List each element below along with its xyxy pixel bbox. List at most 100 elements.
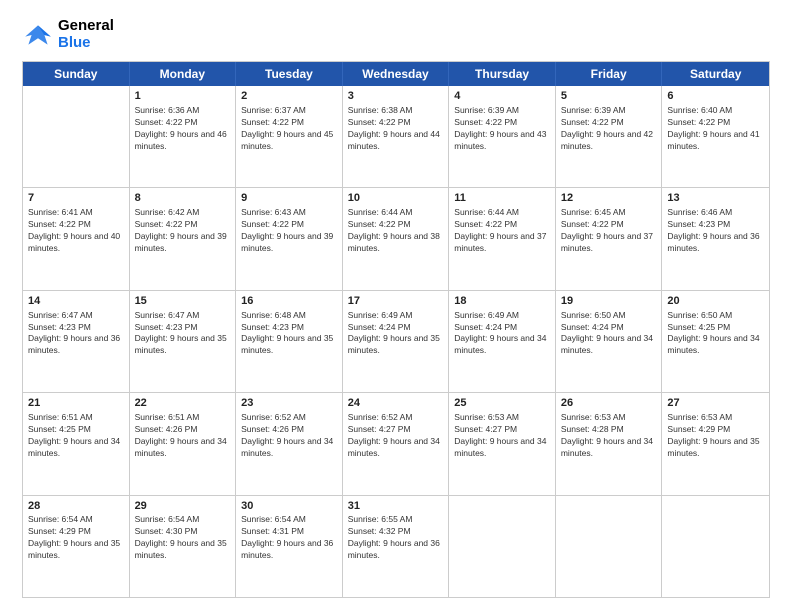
day-cell-11: 11Sunrise: 6:44 AMSunset: 4:22 PMDayligh…: [449, 188, 556, 289]
calendar-page: General Blue SundayMondayTuesdayWednesda…: [0, 0, 792, 612]
sun-info: Sunrise: 6:48 AMSunset: 4:23 PMDaylight:…: [241, 310, 337, 358]
day-number: 25: [454, 396, 550, 411]
day-number: 12: [561, 191, 657, 206]
day-cell-12: 12Sunrise: 6:45 AMSunset: 4:22 PMDayligh…: [556, 188, 663, 289]
logo: General Blue: [22, 18, 114, 51]
day-number: 4: [454, 89, 550, 104]
day-cell-23: 23Sunrise: 6:52 AMSunset: 4:26 PMDayligh…: [236, 393, 343, 494]
day-number: 7: [28, 191, 124, 206]
page-header: General Blue: [22, 18, 770, 51]
calendar-row-4: 21Sunrise: 6:51 AMSunset: 4:25 PMDayligh…: [23, 392, 769, 494]
day-cell-22: 22Sunrise: 6:51 AMSunset: 4:26 PMDayligh…: [130, 393, 237, 494]
day-number: 23: [241, 396, 337, 411]
day-number: 30: [241, 499, 337, 514]
sun-info: Sunrise: 6:53 AMSunset: 4:29 PMDaylight:…: [667, 412, 764, 460]
weekday-header-saturday: Saturday: [662, 62, 769, 86]
day-cell-27: 27Sunrise: 6:53 AMSunset: 4:29 PMDayligh…: [662, 393, 769, 494]
day-cell-26: 26Sunrise: 6:53 AMSunset: 4:28 PMDayligh…: [556, 393, 663, 494]
calendar-header: SundayMondayTuesdayWednesdayThursdayFrid…: [23, 62, 769, 86]
day-number: 10: [348, 191, 444, 206]
day-number: 2: [241, 89, 337, 104]
day-cell-14: 14Sunrise: 6:47 AMSunset: 4:23 PMDayligh…: [23, 291, 130, 392]
day-cell-31: 31Sunrise: 6:55 AMSunset: 4:32 PMDayligh…: [343, 496, 450, 597]
day-number: 11: [454, 191, 550, 206]
sun-info: Sunrise: 6:50 AMSunset: 4:24 PMDaylight:…: [561, 310, 657, 358]
sun-info: Sunrise: 6:37 AMSunset: 4:22 PMDaylight:…: [241, 105, 337, 153]
calendar: SundayMondayTuesdayWednesdayThursdayFrid…: [22, 61, 770, 598]
sun-info: Sunrise: 6:51 AMSunset: 4:25 PMDaylight:…: [28, 412, 124, 460]
sun-info: Sunrise: 6:41 AMSunset: 4:22 PMDaylight:…: [28, 207, 124, 255]
day-cell-18: 18Sunrise: 6:49 AMSunset: 4:24 PMDayligh…: [449, 291, 556, 392]
sun-info: Sunrise: 6:54 AMSunset: 4:29 PMDaylight:…: [28, 514, 124, 562]
day-number: 18: [454, 294, 550, 309]
sun-info: Sunrise: 6:49 AMSunset: 4:24 PMDaylight:…: [348, 310, 444, 358]
sun-info: Sunrise: 6:50 AMSunset: 4:25 PMDaylight:…: [667, 310, 764, 358]
day-number: 14: [28, 294, 124, 309]
empty-cell-r4c4: [449, 496, 556, 597]
empty-cell-r0c0: [23, 86, 130, 187]
day-number: 21: [28, 396, 124, 411]
sun-info: Sunrise: 6:53 AMSunset: 4:27 PMDaylight:…: [454, 412, 550, 460]
empty-cell-r4c6: [662, 496, 769, 597]
day-cell-2: 2Sunrise: 6:37 AMSunset: 4:22 PMDaylight…: [236, 86, 343, 187]
day-cell-6: 6Sunrise: 6:40 AMSunset: 4:22 PMDaylight…: [662, 86, 769, 187]
day-number: 29: [135, 499, 231, 514]
logo-icon: [22, 19, 54, 51]
sun-info: Sunrise: 6:43 AMSunset: 4:22 PMDaylight:…: [241, 207, 337, 255]
day-number: 13: [667, 191, 764, 206]
day-number: 26: [561, 396, 657, 411]
calendar-body: 1Sunrise: 6:36 AMSunset: 4:22 PMDaylight…: [23, 86, 769, 597]
weekday-header-monday: Monday: [130, 62, 237, 86]
sun-info: Sunrise: 6:54 AMSunset: 4:30 PMDaylight:…: [135, 514, 231, 562]
day-cell-9: 9Sunrise: 6:43 AMSunset: 4:22 PMDaylight…: [236, 188, 343, 289]
sun-info: Sunrise: 6:46 AMSunset: 4:23 PMDaylight:…: [667, 207, 764, 255]
sun-info: Sunrise: 6:36 AMSunset: 4:22 PMDaylight:…: [135, 105, 231, 153]
sun-info: Sunrise: 6:38 AMSunset: 4:22 PMDaylight:…: [348, 105, 444, 153]
day-number: 17: [348, 294, 444, 309]
sun-info: Sunrise: 6:52 AMSunset: 4:26 PMDaylight:…: [241, 412, 337, 460]
day-number: 22: [135, 396, 231, 411]
sun-info: Sunrise: 6:45 AMSunset: 4:22 PMDaylight:…: [561, 207, 657, 255]
weekday-header-friday: Friday: [556, 62, 663, 86]
logo-text: General Blue: [58, 18, 114, 51]
day-cell-15: 15Sunrise: 6:47 AMSunset: 4:23 PMDayligh…: [130, 291, 237, 392]
calendar-row-1: 1Sunrise: 6:36 AMSunset: 4:22 PMDaylight…: [23, 86, 769, 187]
sun-info: Sunrise: 6:47 AMSunset: 4:23 PMDaylight:…: [135, 310, 231, 358]
day-number: 31: [348, 499, 444, 514]
day-cell-24: 24Sunrise: 6:52 AMSunset: 4:27 PMDayligh…: [343, 393, 450, 494]
sun-info: Sunrise: 6:51 AMSunset: 4:26 PMDaylight:…: [135, 412, 231, 460]
sun-info: Sunrise: 6:52 AMSunset: 4:27 PMDaylight:…: [348, 412, 444, 460]
day-cell-29: 29Sunrise: 6:54 AMSunset: 4:30 PMDayligh…: [130, 496, 237, 597]
day-number: 6: [667, 89, 764, 104]
day-number: 15: [135, 294, 231, 309]
day-cell-21: 21Sunrise: 6:51 AMSunset: 4:25 PMDayligh…: [23, 393, 130, 494]
day-number: 9: [241, 191, 337, 206]
weekday-header-thursday: Thursday: [449, 62, 556, 86]
day-cell-13: 13Sunrise: 6:46 AMSunset: 4:23 PMDayligh…: [662, 188, 769, 289]
day-cell-25: 25Sunrise: 6:53 AMSunset: 4:27 PMDayligh…: [449, 393, 556, 494]
day-number: 8: [135, 191, 231, 206]
calendar-row-2: 7Sunrise: 6:41 AMSunset: 4:22 PMDaylight…: [23, 187, 769, 289]
calendar-row-3: 14 Sunrise: 6:47 AMSunset: 4:23 PMDayligh…: [23, 290, 769, 392]
day-cell-7: 7Sunrise: 6:41 AMSunset: 4:22 PMDaylight…: [23, 188, 130, 289]
sun-info: Sunrise: 6:54 AMSunset: 4:31 PMDaylight:…: [241, 514, 337, 562]
weekday-header-tuesday: Tuesday: [236, 62, 343, 86]
day-cell-5: 5Sunrise: 6:39 AMSunset: 4:22 PMDaylight…: [556, 86, 663, 187]
sun-info: Sunrise: 6:39 AMSunset: 4:22 PMDaylight:…: [561, 105, 657, 153]
day-number: 19: [561, 294, 657, 309]
day-cell-17: 17Sunrise: 6:49 AMSunset: 4:24 PMDayligh…: [343, 291, 450, 392]
sun-info: Sunrise: 6:44 AMSunset: 4:22 PMDaylight:…: [348, 207, 444, 255]
sun-info: Sunrise: 6:39 AMSunset: 4:22 PMDaylight:…: [454, 105, 550, 153]
sun-info: Sunrise: 6:53 AMSunset: 4:28 PMDaylight:…: [561, 412, 657, 460]
sun-info: Sunrise: 6:49 AMSunset: 4:24 PMDaylight:…: [454, 310, 550, 358]
sun-info: Sunrise: 6:55 AMSunset: 4:32 PMDaylight:…: [348, 514, 444, 562]
day-number: 1: [135, 89, 231, 104]
weekday-header-wednesday: Wednesday: [343, 62, 450, 86]
day-cell-10: 10Sunrise: 6:44 AMSunset: 4:22 PMDayligh…: [343, 188, 450, 289]
sun-info: Sunrise: 6:40 AMSunset: 4:22 PMDaylight:…: [667, 105, 764, 153]
day-cell-1: 1Sunrise: 6:36 AMSunset: 4:22 PMDaylight…: [130, 86, 237, 187]
day-cell-8: 8Sunrise: 6:42 AMSunset: 4:22 PMDaylight…: [130, 188, 237, 289]
sun-info: Sunrise: 6:42 AMSunset: 4:22 PMDaylight:…: [135, 207, 231, 255]
day-number: 27: [667, 396, 764, 411]
day-cell-16: 16Sunrise: 6:48 AMSunset: 4:23 PMDayligh…: [236, 291, 343, 392]
